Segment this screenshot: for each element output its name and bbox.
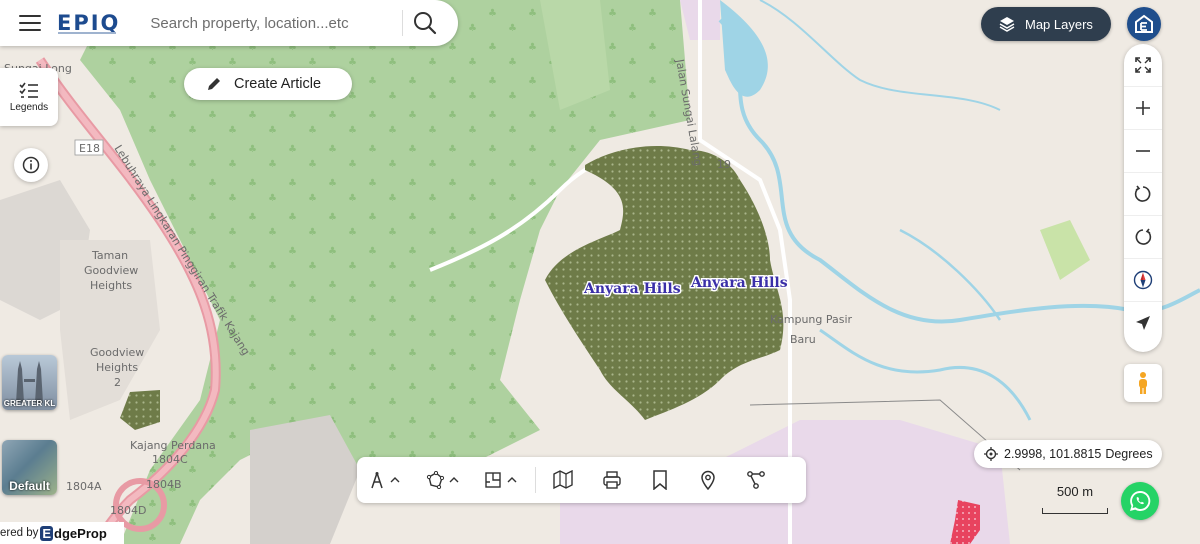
legends-button[interactable]: Legends [0, 68, 58, 126]
greater-kl-label: GREATER KL [3, 399, 56, 408]
epiq-logo: EPIQ [57, 10, 121, 35]
pencil-icon [208, 78, 220, 90]
map-label: Heights [96, 361, 138, 374]
coordinate-value: 2.9998, 101.8815 [1004, 447, 1102, 461]
map-label: Taman [91, 249, 128, 262]
layers-icon [999, 17, 1015, 32]
rotate-cw-icon [1135, 228, 1152, 245]
map-label: Kajang Perdana [130, 439, 216, 452]
greater-kl-basemap[interactable]: GREATER KL [2, 355, 57, 410]
map-toolbar [357, 457, 806, 503]
map-label: 2 [114, 376, 121, 389]
coordinate-readout: 2.9998, 101.8815 Degrees [974, 440, 1162, 468]
polygon-icon [426, 471, 459, 489]
create-article-label: Create Article [234, 76, 322, 92]
map-label: Anyara Hills [583, 281, 681, 297]
default-basemap[interactable]: Default [2, 440, 57, 495]
layout-tool[interactable] [473, 457, 531, 503]
map-pin-icon [701, 470, 715, 490]
menu-icon[interactable] [19, 15, 41, 31]
zoom-out-button[interactable] [1124, 130, 1162, 173]
compass-draw-icon [371, 472, 400, 489]
zoom-in-button[interactable] [1124, 87, 1162, 130]
locate-button[interactable] [1124, 302, 1162, 344]
search-input[interactable] [148, 13, 393, 33]
info-icon [22, 156, 40, 174]
minus-icon [1136, 150, 1150, 152]
search-bar: EPIQ [0, 0, 458, 46]
road-label: 19 [717, 158, 731, 171]
edgeprop-brand[interactable]: EdgeProp [40, 525, 107, 541]
list-icon [19, 82, 38, 98]
scale-bar: 500 m [1042, 484, 1108, 514]
info-button[interactable] [14, 148, 48, 182]
location-tool[interactable] [684, 457, 732, 503]
search-icon[interactable] [411, 9, 439, 37]
rotate-left-button[interactable] [1124, 173, 1162, 216]
print-tool[interactable] [588, 457, 636, 503]
rotate-ccw-icon [1134, 185, 1151, 202]
default-label: Default [9, 479, 50, 493]
draw-polygon-tool[interactable] [415, 457, 473, 503]
whatsapp-icon [1130, 490, 1151, 511]
bookmark-icon [653, 470, 667, 490]
map-legend-tool[interactable] [540, 457, 588, 503]
plus-icon [1136, 101, 1150, 115]
map-layers-button[interactable]: Map Layers [981, 7, 1111, 41]
logo-underline [58, 32, 116, 34]
road-label: 1804D [110, 504, 146, 517]
map-label: Kampung Pasir [770, 313, 853, 326]
navigation-arrow-icon [1136, 316, 1150, 330]
expand-icon [1135, 57, 1151, 73]
pegman-icon [1139, 372, 1147, 394]
map-label: Goodview [90, 346, 144, 359]
map-label: Anyara Hills [690, 275, 788, 291]
edgeprop-brand-label: dgeProp [54, 525, 107, 541]
create-article-button[interactable]: Create Article [184, 68, 352, 100]
map-icon [553, 470, 573, 490]
compass-icon [1133, 270, 1153, 290]
profile-avatar[interactable] [1127, 7, 1161, 41]
search-divider [402, 10, 404, 36]
floorplan-icon [485, 472, 517, 488]
scale-label: 500 m [1056, 484, 1094, 499]
legends-label: Legends [9, 101, 49, 113]
road-label: 1804A [66, 480, 102, 493]
road-label: 1804B [146, 478, 182, 491]
route-tool[interactable] [732, 457, 780, 503]
street-view-button[interactable] [1124, 364, 1162, 402]
map-label: Baru [790, 333, 816, 346]
toolbar-divider [535, 467, 536, 493]
rotate-right-button[interactable] [1124, 216, 1162, 259]
edgeprop-e-icon: E [40, 525, 54, 541]
powered-prefix: ered by [0, 527, 39, 539]
route-icon [747, 471, 765, 489]
map-controls [1124, 44, 1162, 352]
printer-icon [603, 471, 621, 489]
whatsapp-button[interactable] [1121, 482, 1159, 520]
measure-tool[interactable] [357, 457, 415, 503]
crosshair-icon [984, 447, 998, 461]
compass-button[interactable] [1124, 259, 1162, 302]
edgeprop-logo-icon [1135, 14, 1153, 33]
road-label: 1804C [152, 453, 188, 466]
powered-by: ered by EdgeProp [0, 522, 124, 544]
map-label: Goodview [84, 264, 138, 277]
bookmark-tool[interactable] [636, 457, 684, 503]
scale-line [1042, 508, 1108, 514]
road-label: E18 [79, 142, 100, 155]
coordinate-unit: Degrees [1105, 447, 1153, 461]
map-layers-label: Map Layers [1025, 16, 1093, 32]
map-label: Heights [90, 279, 132, 292]
fullscreen-button[interactable] [1124, 44, 1162, 87]
